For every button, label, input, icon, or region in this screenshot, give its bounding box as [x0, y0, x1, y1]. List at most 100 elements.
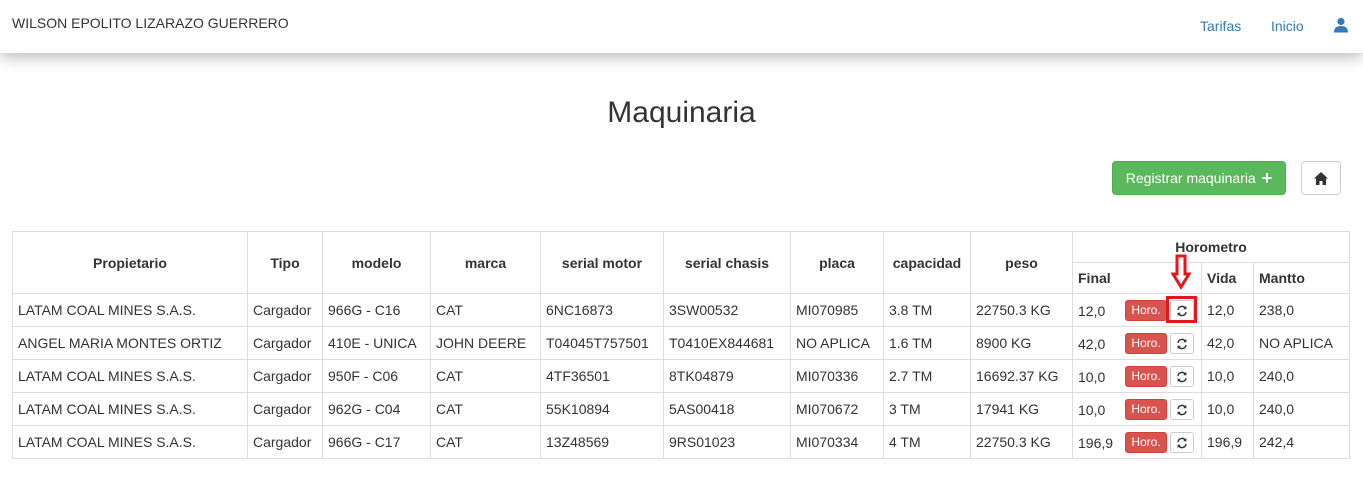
cell-placa: MI070334 — [790, 425, 884, 459]
table-row: LATAM COAL MINES S.A.S. Cargador 966G - … — [12, 293, 1351, 327]
navbar: WILSON EPOLITO LIZARAZO GUERRERO Tarifas… — [0, 0, 1363, 53]
cell-propietario: LATAM COAL MINES S.A.S. — [12, 425, 248, 459]
cell-final: 10,0 Horo. — [1072, 359, 1202, 393]
cell-serial-chasis: 5AS00418 — [663, 392, 791, 426]
cell-capacidad: 3.8 TM — [883, 293, 971, 327]
cell-vida: 10,0 — [1201, 392, 1254, 426]
table-row: LATAM COAL MINES S.A.S. Cargador 950F - … — [12, 359, 1351, 393]
cell-modelo: 966G - C17 — [322, 425, 431, 459]
cell-serial-chasis: T0410EX844681 — [663, 326, 791, 360]
table-row: LATAM COAL MINES S.A.S. Cargador 962G - … — [12, 392, 1351, 426]
cell-final: 10,0 Horo. — [1072, 392, 1202, 426]
nav-link-tarifas[interactable]: Tarifas — [1200, 18, 1241, 34]
final-value: 42,0 — [1078, 336, 1106, 352]
cell-serial-motor: 13Z48569 — [540, 425, 664, 459]
cell-propietario: LATAM COAL MINES S.A.S. — [12, 293, 248, 327]
cell-capacidad: 1.6 TM — [883, 326, 971, 360]
horo-button[interactable]: Horo. — [1125, 366, 1167, 387]
cell-mantto: 242,4 — [1252, 425, 1351, 459]
cell-serial-chasis: 9RS01023 — [663, 425, 791, 459]
cell-peso: 17941 KG — [970, 392, 1073, 426]
cell-propietario: LATAM COAL MINES S.A.S. — [12, 359, 248, 393]
cell-marca: CAT — [430, 425, 541, 459]
cell-peso: 22750.3 KG — [970, 293, 1073, 327]
cell-marca: CAT — [430, 359, 541, 393]
cell-placa: MI070985 — [790, 293, 884, 327]
cell-placa: NO APLICA — [790, 326, 884, 360]
horo-button[interactable]: Horo. — [1125, 399, 1167, 420]
cell-mantto: 240,0 — [1252, 392, 1351, 426]
cell-capacidad: 4 TM — [883, 425, 971, 459]
register-machinery-button[interactable]: Registrar maquinaria + — [1112, 161, 1286, 195]
cell-vida: 10,0 — [1201, 359, 1254, 393]
cell-modelo: 966G - C16 — [322, 293, 431, 327]
cell-mantto: 240,0 — [1252, 359, 1351, 393]
cell-vida: 42,0 — [1201, 326, 1254, 360]
header-serial-chasis: serial chasis — [663, 231, 791, 294]
cell-tipo: Cargador — [247, 293, 323, 327]
cell-propietario: ANGEL MARIA MONTES ORTIZ — [12, 326, 248, 360]
navbar-brand[interactable]: WILSON EPOLITO LIZARAZO GUERRERO — [12, 15, 289, 31]
refresh-button[interactable] — [1170, 366, 1194, 387]
machinery-table: Propietario Tipo modelo marca serial mot… — [12, 231, 1351, 459]
cell-peso: 8900 KG — [970, 326, 1073, 360]
header-tipo: Tipo — [247, 231, 323, 294]
refresh-icon — [1177, 338, 1187, 349]
cell-mantto: 238,0 — [1252, 293, 1351, 327]
header-horometro: Horometro — [1071, 231, 1351, 263]
header-vida: Vida — [1201, 262, 1254, 294]
refresh-button[interactable] — [1170, 300, 1194, 321]
cell-tipo: Cargador — [247, 326, 323, 360]
refresh-button[interactable] — [1170, 432, 1194, 453]
cell-serial-motor: 6NC16873 — [540, 293, 664, 327]
cell-peso: 16692.37 KG — [970, 359, 1073, 393]
cell-serial-chasis: 3SW00532 — [663, 293, 791, 327]
cell-serial-motor: T04045T757501 — [540, 326, 664, 360]
cell-placa: MI070672 — [790, 392, 884, 426]
cell-serial-chasis: 8TK04879 — [663, 359, 791, 393]
table-row: ANGEL MARIA MONTES ORTIZ Cargador 410E -… — [12, 326, 1351, 360]
cell-final: 42,0 Horo. — [1072, 326, 1202, 360]
header-serial-motor: serial motor — [540, 231, 664, 294]
header-peso: peso — [970, 231, 1073, 294]
page-title: Maquinaria — [607, 96, 756, 129]
cell-marca: JOHN DEERE — [430, 326, 541, 360]
horo-button[interactable]: Horo. — [1125, 333, 1167, 354]
cell-vida: 196,9 — [1201, 425, 1254, 459]
plus-icon: + — [1261, 168, 1273, 188]
final-value: 196,9 — [1078, 435, 1114, 451]
cell-serial-motor: 4TF36501 — [540, 359, 664, 393]
horo-button[interactable]: Horo. — [1125, 300, 1167, 321]
header-capacidad: capacidad — [883, 231, 971, 294]
refresh-icon — [1177, 305, 1187, 316]
cell-marca: CAT — [430, 392, 541, 426]
register-button-label: Registrar maquinaria — [1125, 170, 1256, 186]
refresh-button[interactable] — [1170, 333, 1194, 354]
horo-button[interactable]: Horo. — [1125, 432, 1167, 453]
cell-serial-motor: 55K10894 — [540, 392, 664, 426]
cell-mantto: NO APLICA — [1252, 326, 1351, 360]
cell-tipo: Cargador — [247, 359, 323, 393]
refresh-button[interactable] — [1170, 399, 1194, 420]
cell-modelo: 962G - C04 — [322, 392, 431, 426]
header-final: Final — [1072, 262, 1202, 294]
table-body: LATAM COAL MINES S.A.S. Cargador 966G - … — [12, 293, 1351, 459]
cell-modelo: 410E - UNICA — [322, 326, 431, 360]
home-button[interactable] — [1301, 161, 1341, 195]
home-icon — [1314, 171, 1328, 185]
table-row: LATAM COAL MINES S.A.S. Cargador 966G - … — [12, 425, 1351, 459]
cell-vida: 12,0 — [1201, 293, 1254, 327]
nav-link-inicio[interactable]: Inicio — [1271, 18, 1304, 34]
refresh-icon — [1177, 371, 1187, 382]
header-marca: marca — [430, 231, 541, 294]
final-value: 10,0 — [1078, 402, 1106, 418]
cell-capacidad: 2.7 TM — [883, 359, 971, 393]
cell-propietario: LATAM COAL MINES S.A.S. — [12, 392, 248, 426]
user-icon[interactable] — [1333, 17, 1349, 33]
header-modelo: modelo — [322, 231, 431, 294]
final-value: 10,0 — [1078, 369, 1106, 385]
refresh-icon — [1177, 437, 1187, 448]
refresh-icon — [1177, 404, 1187, 415]
cell-capacidad: 3 TM — [883, 392, 971, 426]
cell-final: 12,0 Horo. — [1072, 293, 1202, 327]
